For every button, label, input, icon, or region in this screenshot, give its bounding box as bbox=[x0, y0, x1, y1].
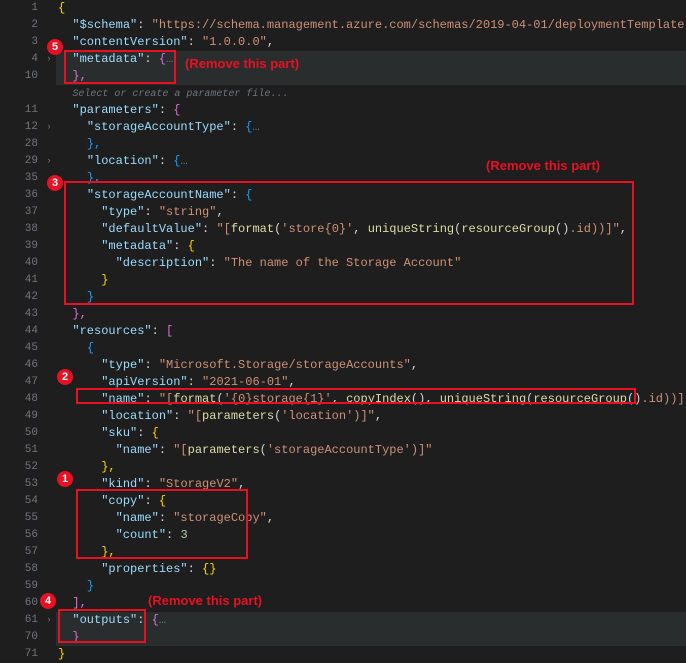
code-token: "location" bbox=[101, 409, 173, 423]
code-token: "storageAccountName" bbox=[87, 188, 231, 202]
code-token: "type" bbox=[101, 358, 144, 372]
fold-column: › › › › bbox=[42, 0, 56, 634]
code-token: }, bbox=[87, 137, 101, 151]
code-token: "Microsoft.Storage/storageAccounts" bbox=[159, 358, 411, 372]
code-token: "storageCopy" bbox=[173, 511, 267, 525]
code-token: "name" bbox=[116, 443, 159, 457]
fold-toggle-icon[interactable]: › bbox=[42, 153, 56, 170]
code-token: }, bbox=[101, 460, 115, 474]
code-token: "parameters" bbox=[72, 103, 158, 117]
code-token: { bbox=[245, 188, 252, 202]
code-token: }, bbox=[72, 69, 86, 83]
code-token: "location" bbox=[87, 154, 159, 168]
code-token: "properties" bbox=[101, 562, 187, 576]
fold-toggle-icon[interactable]: › bbox=[42, 119, 56, 136]
code-token: } bbox=[58, 647, 65, 661]
code-token: "contentVersion" bbox=[72, 35, 187, 49]
code-token: }, bbox=[72, 307, 86, 321]
code-token: "string" bbox=[159, 205, 217, 219]
code-token: ], bbox=[72, 596, 86, 610]
code-token: } bbox=[87, 290, 94, 304]
code-token: "count" bbox=[116, 528, 166, 542]
code-token: 3 bbox=[180, 528, 187, 542]
code-token: "$schema" bbox=[72, 18, 137, 32]
code-token: } bbox=[87, 579, 94, 593]
line-number-gutter: 1 2 3 4 10 11 12 28 29 35 36 37 38 39 40… bbox=[0, 0, 42, 634]
code-token: "1.0.0.0" bbox=[202, 35, 267, 49]
code-token: { bbox=[58, 1, 65, 15]
code-token: "https://schema.management.azure.com/sch… bbox=[152, 18, 686, 32]
code-token: { bbox=[87, 341, 94, 355]
code-token: "name" bbox=[116, 511, 159, 525]
code-token: "name" bbox=[101, 392, 144, 406]
code-token: }, bbox=[101, 545, 115, 559]
code-token: { bbox=[159, 52, 166, 66]
code-token: "2021-06-01" bbox=[202, 375, 288, 389]
code-token: "metadata" bbox=[101, 239, 173, 253]
parameter-file-hint[interactable]: Select or create a parameter file... bbox=[72, 89, 288, 100]
code-token: "metadata" bbox=[72, 52, 144, 66]
code-token: "apiVersion" bbox=[101, 375, 187, 389]
code-token: "kind" bbox=[101, 477, 144, 491]
code-token: "StorageV2" bbox=[159, 477, 238, 491]
code-token: [ bbox=[166, 324, 173, 338]
code-token: { bbox=[173, 103, 180, 117]
code-token: "defaultValue" bbox=[101, 222, 202, 236]
code-token: "type" bbox=[101, 205, 144, 219]
code-token: "storageAccountType" bbox=[87, 120, 231, 134]
code-token: { bbox=[159, 494, 166, 508]
code-area[interactable]: { "$schema": "https://schema.management.… bbox=[56, 0, 686, 634]
code-token: "copy" bbox=[101, 494, 144, 508]
code-token: "description" bbox=[116, 256, 210, 270]
code-token: { bbox=[152, 426, 159, 440]
code-token: "The name of the Storage Account" bbox=[224, 256, 462, 270]
code-token: } bbox=[72, 630, 79, 644]
fold-toggle-icon[interactable]: › bbox=[42, 612, 56, 629]
code-editor[interactable]: 1 2 3 4 10 11 12 28 29 35 36 37 38 39 40… bbox=[0, 0, 686, 634]
fold-toggle-icon[interactable]: › bbox=[42, 51, 56, 68]
code-token: { bbox=[152, 613, 159, 627]
code-token: "resources" bbox=[72, 324, 151, 338]
code-token: } bbox=[101, 273, 108, 287]
code-token: }, bbox=[87, 171, 101, 185]
code-token: { bbox=[188, 239, 195, 253]
code-token: "outputs" bbox=[72, 613, 137, 627]
code-token: "sku" bbox=[101, 426, 137, 440]
code-token: {} bbox=[202, 562, 216, 576]
